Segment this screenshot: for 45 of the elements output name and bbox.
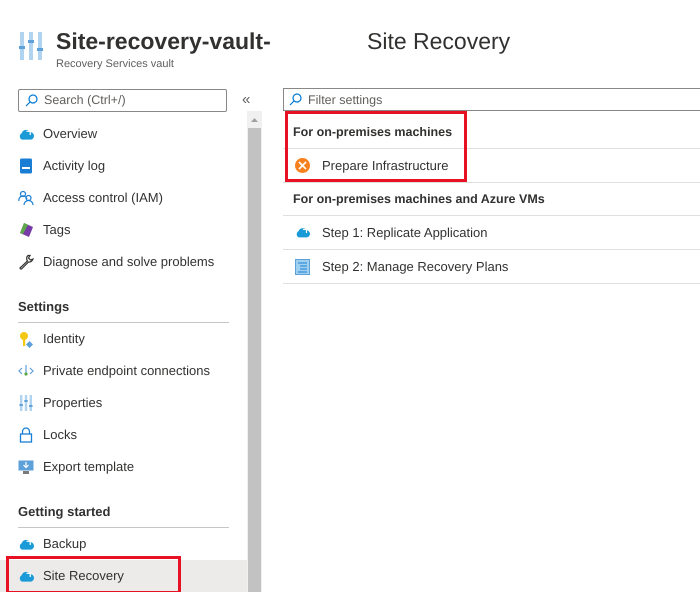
nav-item[interactable]: Diagnose and solve problems [0, 246, 247, 278]
resource-title: Site-recovery-vault- [56, 27, 268, 56]
settings-item[interactable]: Step 2: Manage Recovery Plans [283, 250, 700, 284]
nav-item[interactable]: Locks [0, 419, 247, 451]
log-book-icon [19, 158, 33, 174]
key-icon [19, 330, 33, 348]
scroll-thumb[interactable] [248, 128, 261, 592]
nav-item[interactable]: Site Recovery [0, 560, 247, 592]
group-heading: For on-premises machines [293, 124, 452, 141]
tag-icon [18, 222, 34, 238]
group-heading: For on-premises machines and Azure VMs [293, 190, 545, 208]
monitor-icon [18, 460, 34, 474]
search-field[interactable]: Search (Ctrl+/) [18, 88, 227, 112]
cloud-icon [18, 570, 34, 582]
wrench-icon [18, 254, 34, 270]
lock-icon [19, 427, 33, 443]
search-icon [25, 94, 38, 106]
sliders-icon [19, 395, 33, 411]
nav-item[interactable]: Private endpoint connections [0, 355, 247, 387]
page-title: Site Recovery [367, 27, 510, 56]
resource-subtitle: Recovery Services vault [56, 57, 175, 72]
list-icon [295, 258, 310, 274]
vault-icon [19, 32, 43, 60]
nav-item[interactable]: Access control (IAM) [0, 182, 247, 214]
settings-item[interactable]: Prepare Infrastructure [283, 149, 700, 183]
people-icon [18, 190, 34, 206]
cloud-icon [295, 226, 310, 239]
nav-item[interactable]: Properties [0, 387, 247, 419]
nav-item[interactable]: Identity [0, 323, 247, 355]
settings-item[interactable]: Step 1: Replicate Application [283, 216, 700, 250]
filter-field[interactable]: Filter settings [283, 88, 700, 111]
collapse-button[interactable]: « [242, 88, 250, 112]
section-heading: Getting started [18, 502, 112, 521]
section-heading: Settings [18, 298, 70, 316]
scroll-up-icon[interactable] [251, 118, 258, 122]
nav-item[interactable]: Backup [0, 528, 247, 560]
endpoint-icon [18, 364, 34, 378]
nav-item[interactable]: Tags [0, 214, 247, 246]
cloud-icon [18, 538, 34, 550]
nav-item[interactable]: Overview [0, 118, 247, 150]
search-icon [289, 93, 302, 106]
nav-item[interactable]: Export template [0, 451, 247, 483]
cloud-icon [18, 128, 34, 140]
scrollbar[interactable] [247, 111, 262, 592]
nav-item[interactable]: Activity log [0, 150, 247, 182]
